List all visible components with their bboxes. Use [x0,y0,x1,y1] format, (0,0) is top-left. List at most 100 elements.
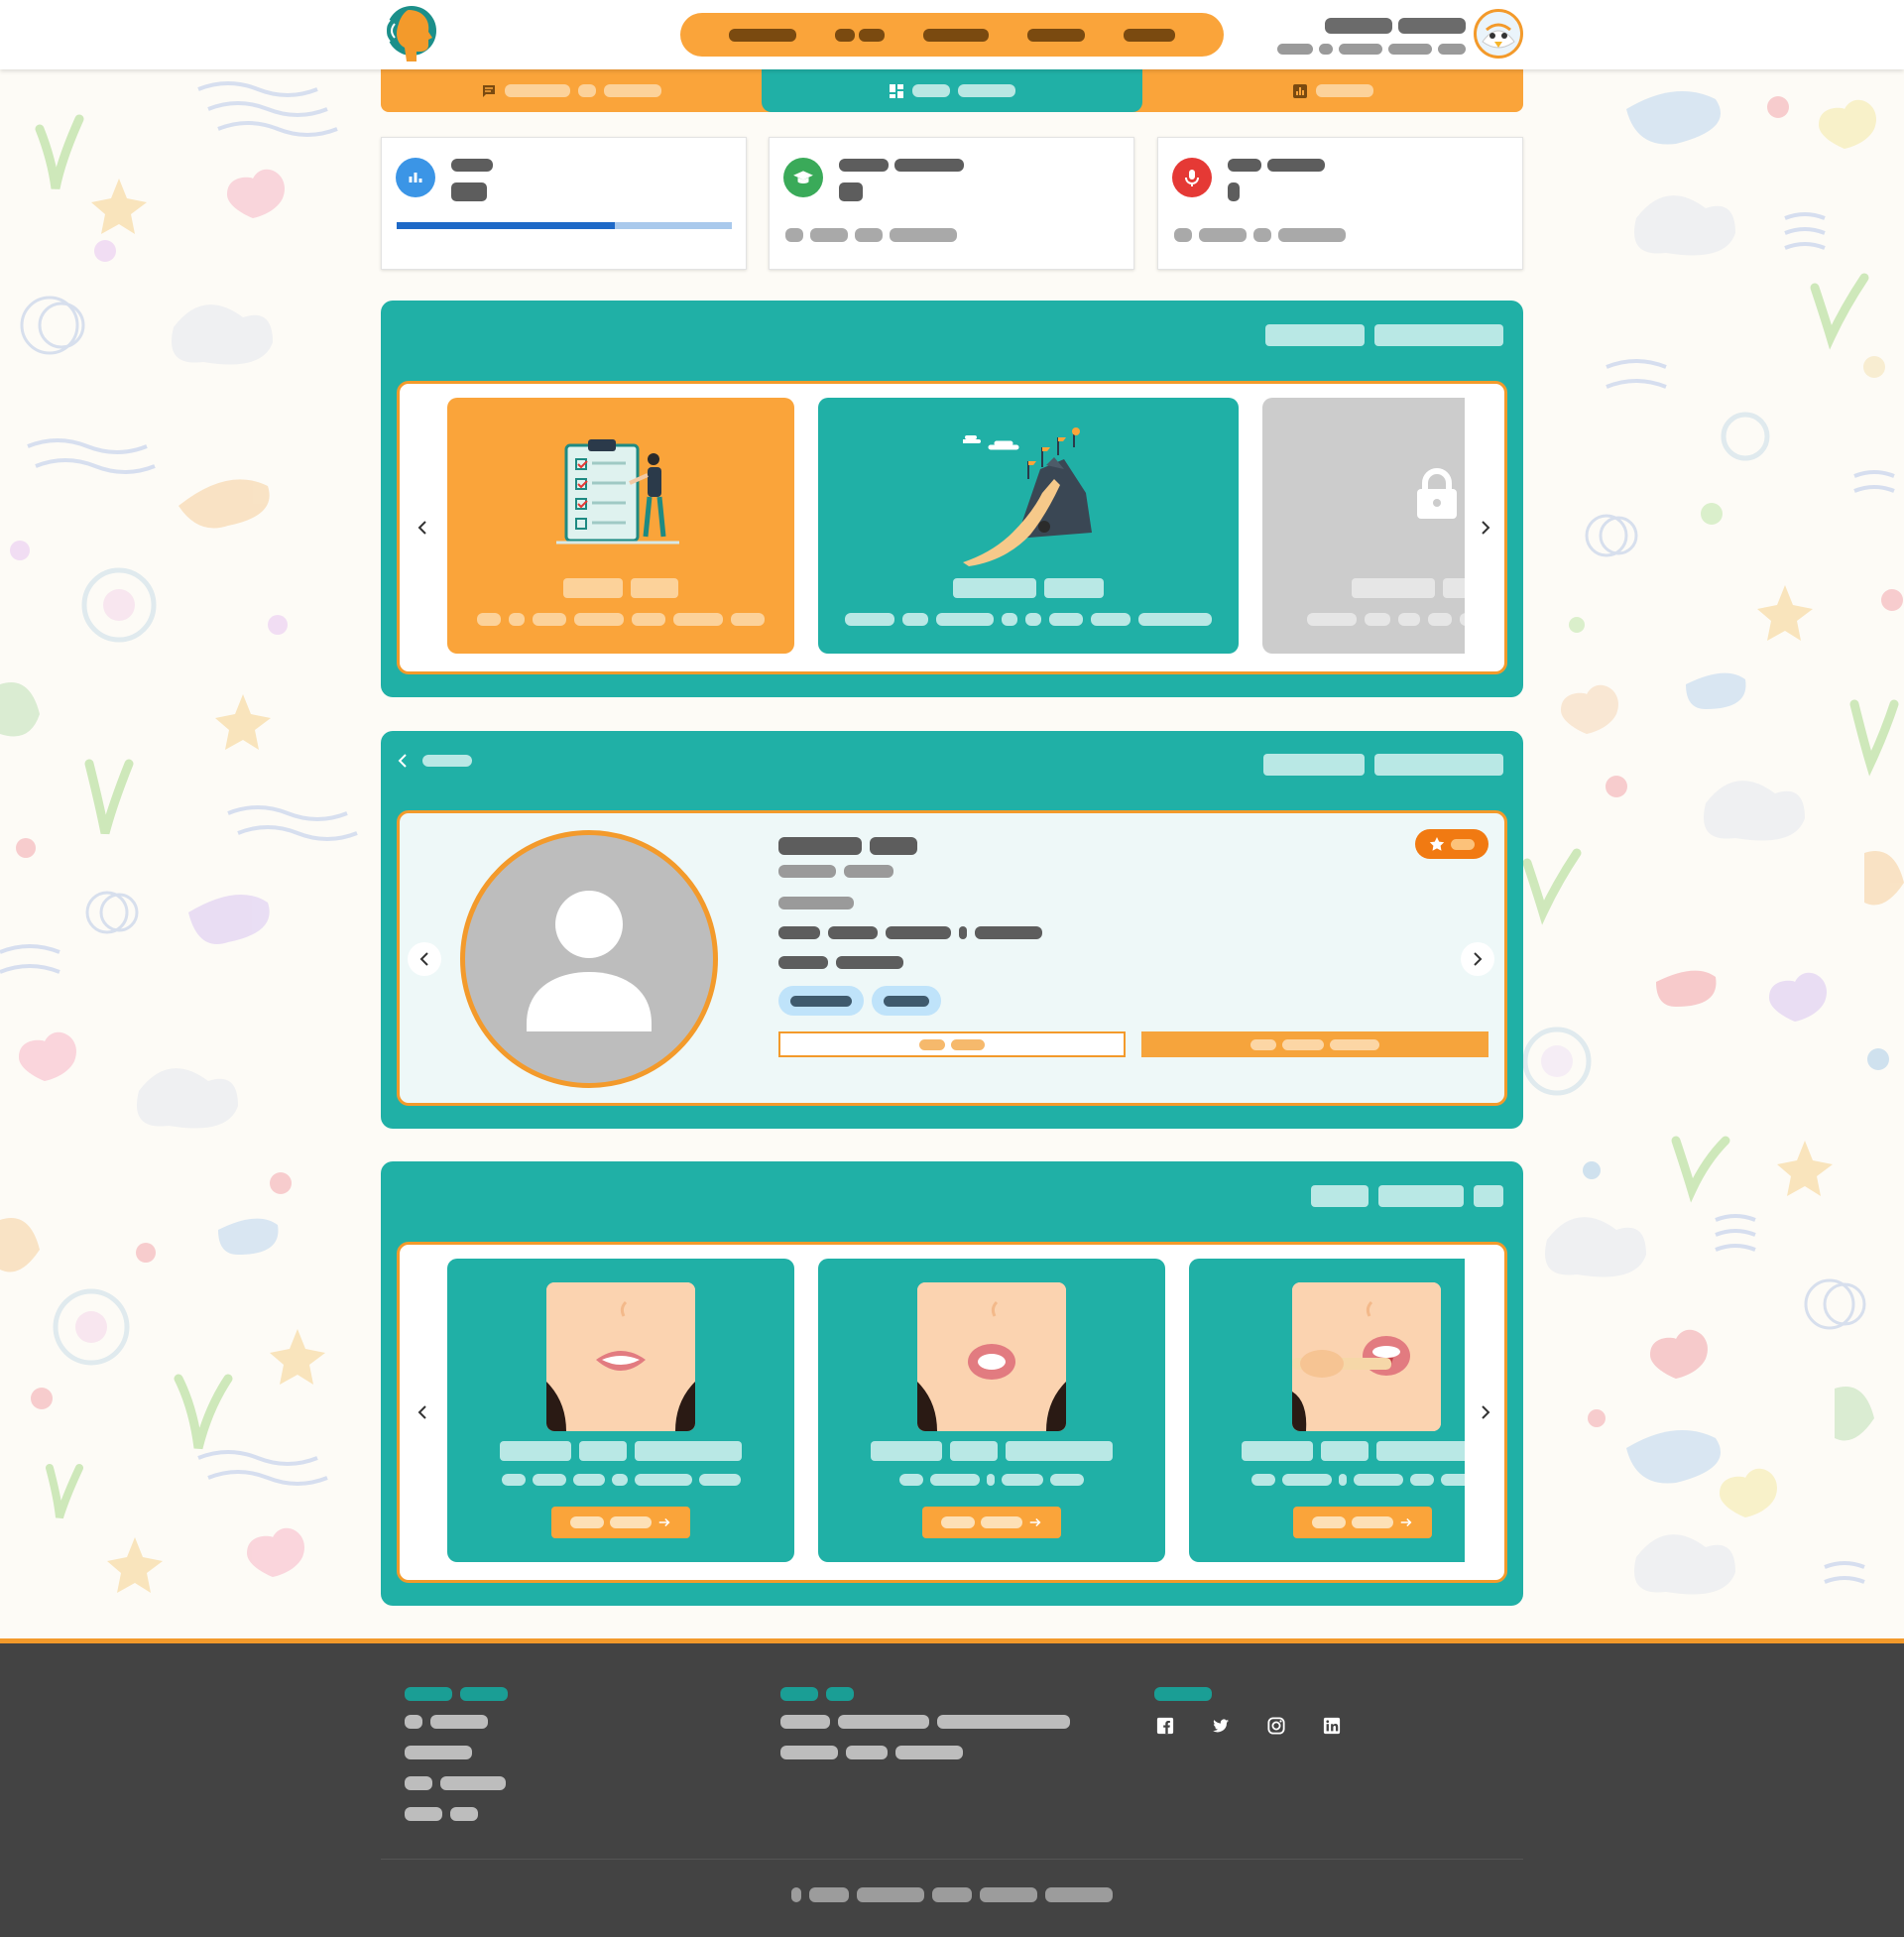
tab-dashboard[interactable] [762,69,1142,112]
graduation-cap-icon [783,158,823,197]
level-progress-bar [397,222,732,229]
exercise-title [1189,1441,1465,1461]
exercise-card[interactable] [1189,1259,1465,1562]
exercise-card[interactable] [447,1259,794,1562]
stat-subtitle [1174,228,1346,242]
exercises-track [447,1259,1465,1562]
view-all-button[interactable] [1378,1185,1464,1207]
footer-link[interactable] [405,1776,508,1790]
chevron-left-icon [417,1405,426,1419]
social-links [1154,1715,1343,1737]
user-info [1267,14,1466,58]
footer-column-contact [405,1687,508,1838]
character-tags [778,986,941,1016]
linkedin-icon[interactable] [1321,1715,1343,1737]
footer-heading [1154,1687,1343,1701]
stat-card-recordings [1157,137,1523,270]
footer-text [780,1715,1070,1729]
level-card-locked[interactable] [1262,398,1465,654]
footer-link[interactable] [405,1807,508,1821]
footer-link[interactable] [405,1746,508,1759]
open-lips-illustration [917,1282,1066,1431]
arrow-right-icon [1400,1517,1412,1527]
nav-item-label [1123,28,1175,42]
nav-item-5[interactable] [1123,28,1175,42]
character-name [778,837,917,855]
level-title [447,578,794,598]
character-photo [460,830,718,1088]
user-avatar-button[interactable] [1474,9,1523,59]
level-description [818,613,1239,626]
carousel-next-button[interactable] [1469,511,1502,545]
character-description [778,926,1042,939]
stat-subtitle [785,228,957,242]
tab-bar [381,69,1523,112]
start-exercise-button[interactable] [922,1507,1061,1538]
carousel-next-button[interactable] [1469,1395,1502,1429]
instagram-icon[interactable] [1265,1715,1287,1737]
section-actions [1263,754,1503,776]
footer-link[interactable] [405,1715,508,1729]
carousel-prev-button[interactable] [406,1395,439,1429]
exercise-description [447,1474,794,1486]
levels-track [447,398,1465,654]
twitter-icon[interactable] [1210,1715,1232,1737]
footer-column-social [1154,1687,1343,1737]
carousel-prev-button[interactable] [406,511,439,545]
back-link[interactable] [395,753,472,769]
edit-button[interactable] [1263,754,1365,776]
character-age [778,897,854,909]
tag-chip [872,986,941,1016]
progress-fill [397,222,615,229]
dashboard-icon [890,83,903,98]
mountain-path-flags-illustration [963,427,1092,566]
top-header [0,0,1904,69]
chat-icon [483,84,495,97]
tongue-depressor-illustration [1292,1282,1441,1431]
stat-value [1228,182,1240,201]
nav-item-3[interactable] [922,28,989,42]
start-exercise-button[interactable] [1293,1507,1432,1538]
view-all-button[interactable] [1374,324,1503,346]
page-footer [0,1638,1904,1937]
speaking-head-logo[interactable] [385,4,438,65]
footer-text [780,1746,1070,1759]
copyright-text [0,1887,1904,1902]
lock-icon [1417,468,1457,519]
carousel-prev-button[interactable] [408,942,441,976]
footer-divider [381,1859,1523,1860]
change-character-button[interactable] [1374,754,1503,776]
start-exercise-button[interactable] [551,1507,690,1538]
nav-item-2[interactable] [835,28,886,42]
details-button[interactable] [778,1031,1126,1057]
filter-button[interactable] [1311,1185,1368,1207]
exercise-card[interactable] [818,1259,1165,1562]
footer-heading [405,1687,508,1701]
level-description [447,613,794,626]
select-character-button[interactable] [1141,1031,1488,1057]
level-card[interactable] [447,398,794,654]
exercises-carousel [397,1242,1507,1583]
nav-item-label [729,28,797,42]
character-trait [778,956,903,969]
footer-heading [780,1687,1070,1701]
level-title [1352,578,1465,598]
level-card[interactable] [818,398,1239,654]
view-button[interactable] [1265,324,1365,346]
facebook-icon[interactable] [1154,1715,1176,1737]
microphone-icon [1172,158,1212,197]
level-title [818,578,1239,598]
nav-item-4[interactable] [1026,28,1085,42]
more-button[interactable] [1474,1185,1503,1207]
tab-reports[interactable] [1142,69,1523,112]
character-meta [778,865,893,878]
tab-chat[interactable] [381,69,762,112]
user-name [1325,18,1466,34]
section-actions [1311,1185,1503,1207]
rating-badge [1415,829,1488,859]
section-actions [1265,324,1503,346]
carousel-next-button[interactable] [1461,942,1494,976]
levels-section [381,301,1523,697]
nav-item-1[interactable] [729,28,797,42]
stat-value [451,182,487,201]
